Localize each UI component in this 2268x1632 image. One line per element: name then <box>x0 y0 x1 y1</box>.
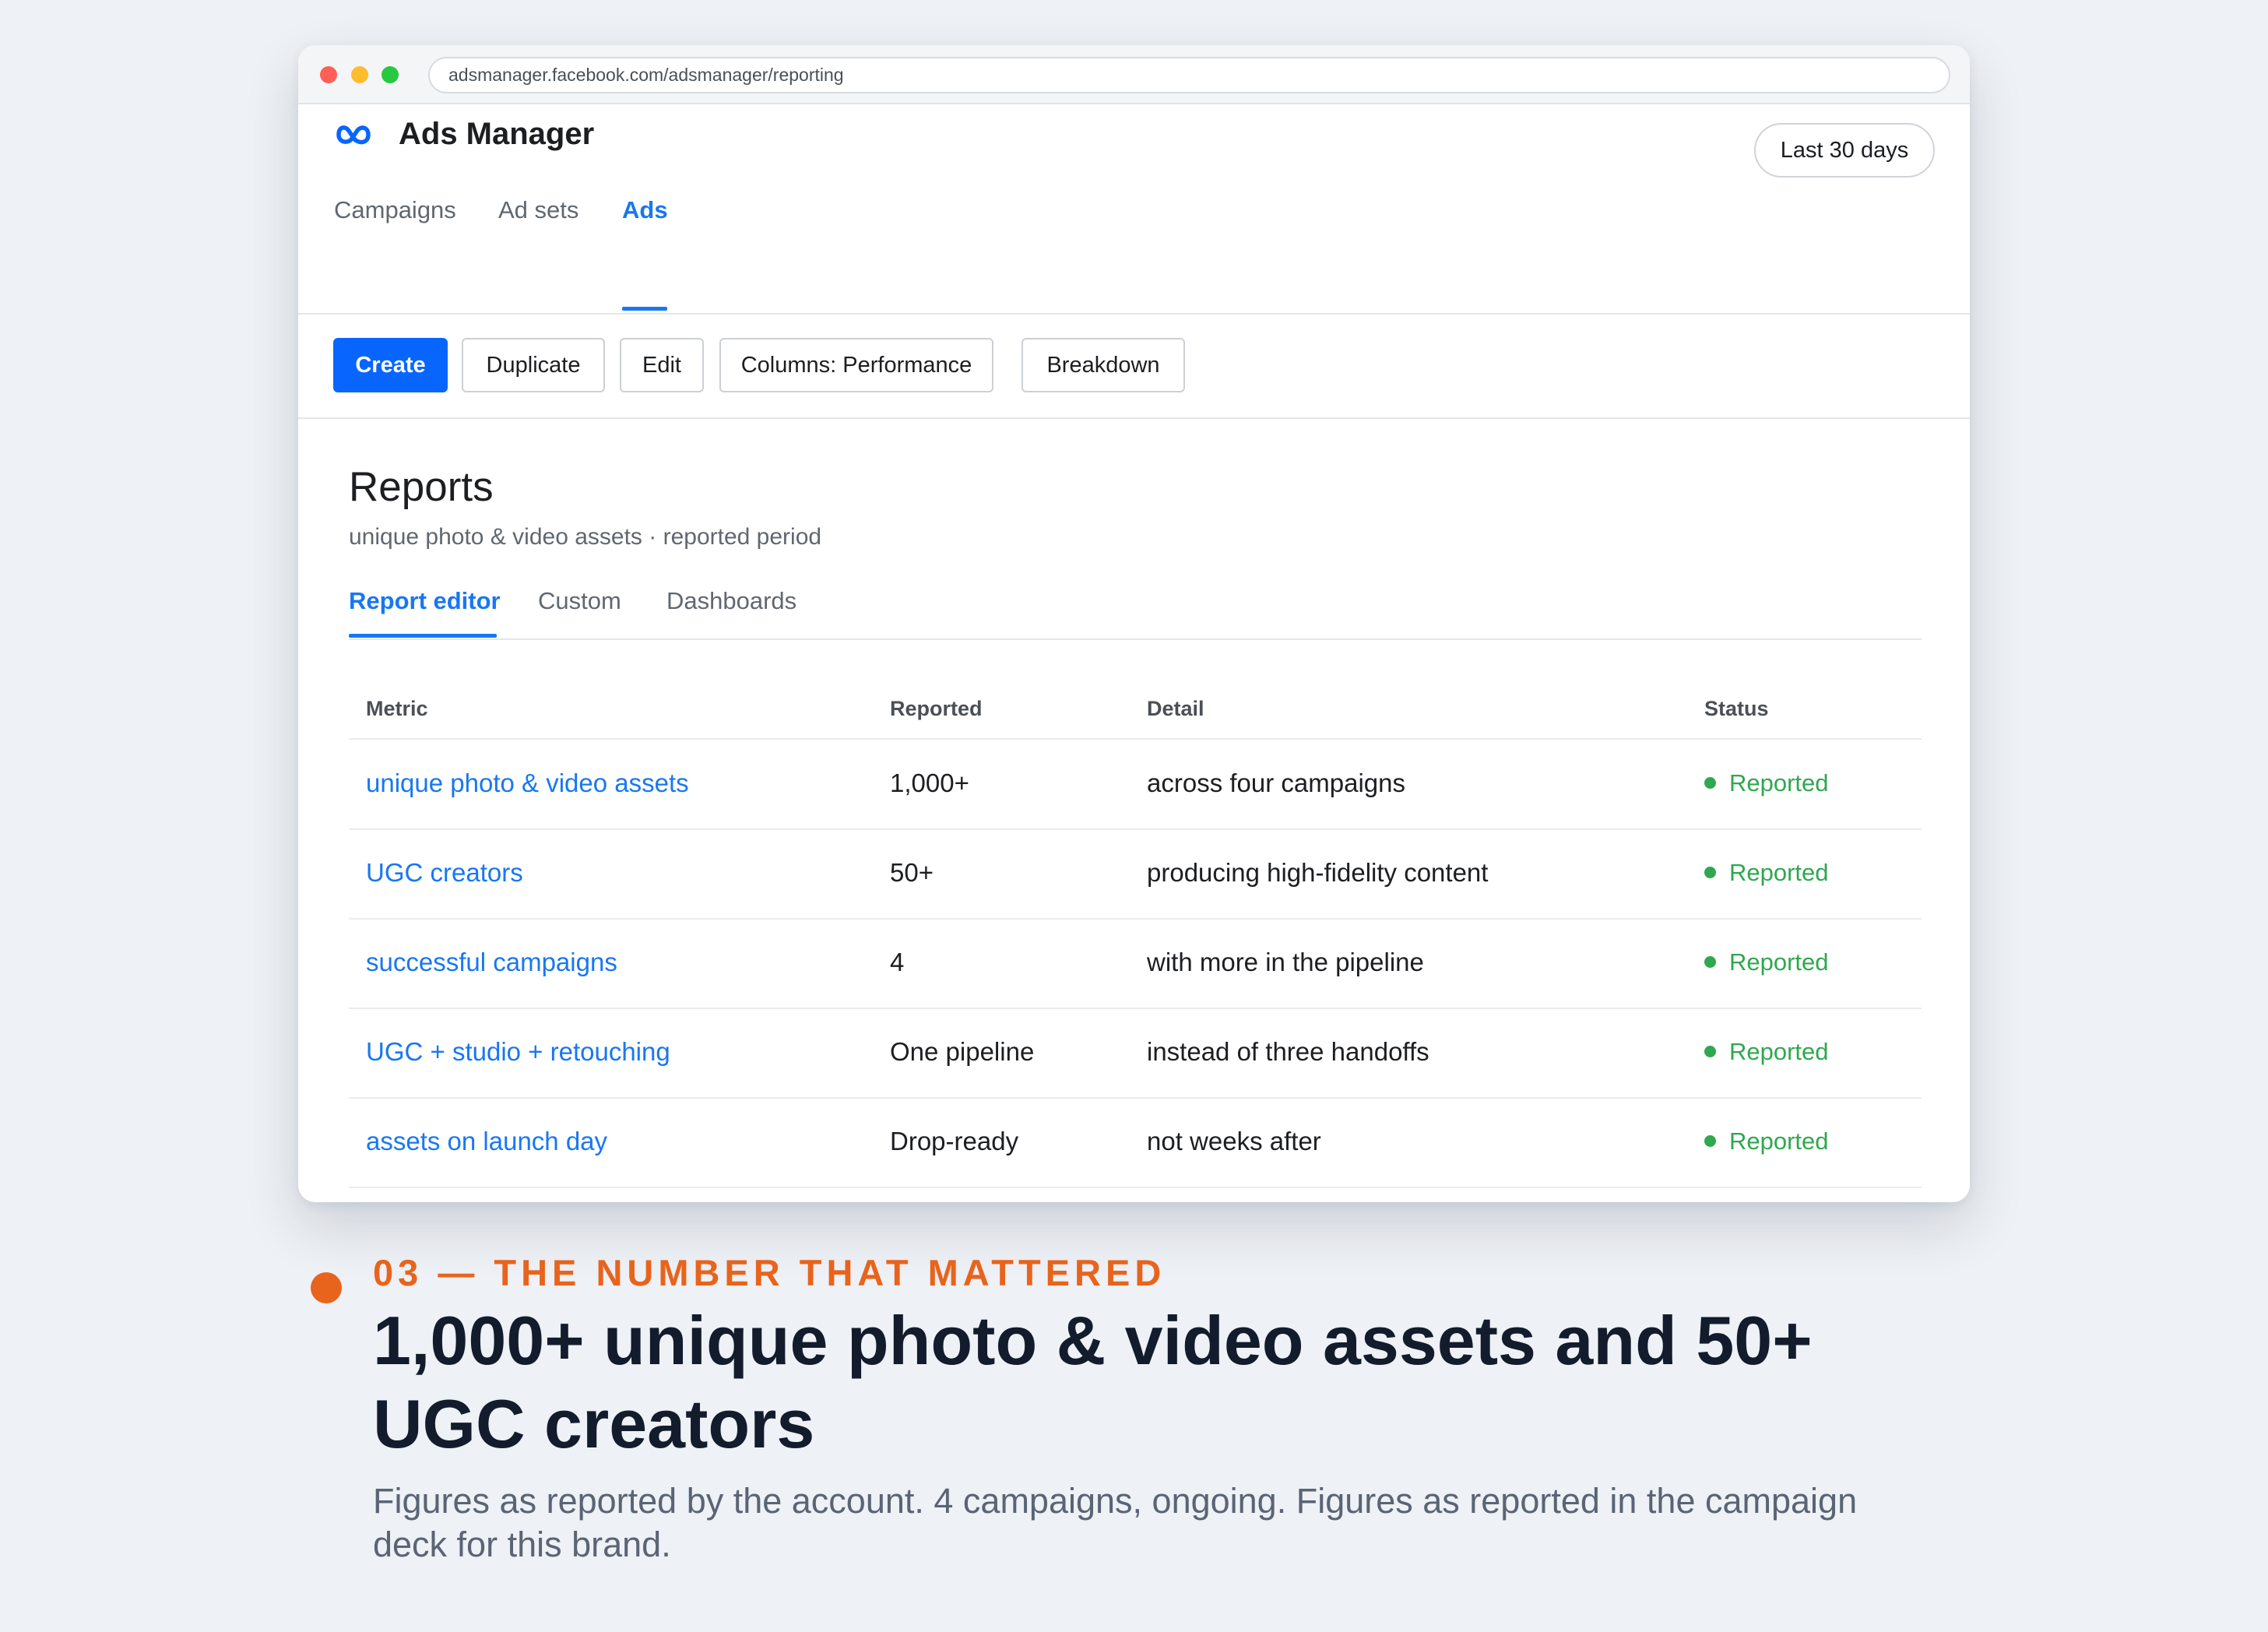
status-dot-icon <box>1704 777 1716 789</box>
bullet-dot-icon <box>311 1272 342 1303</box>
minimize-window-button[interactable] <box>351 66 368 83</box>
maximize-window-button[interactable] <box>382 66 399 83</box>
reported-value: 4 <box>890 948 905 976</box>
metric-link[interactable]: UGC + studio + retouching <box>366 1035 670 1069</box>
columns-button[interactable]: Columns: Performance <box>719 338 993 392</box>
table-row-divider <box>349 918 1922 920</box>
date-range-picker[interactable]: Last 30 days <box>1754 123 1935 178</box>
create-button[interactable]: Create <box>333 338 448 392</box>
close-window-button[interactable] <box>320 66 337 83</box>
status-badge: Reported <box>1704 766 1829 800</box>
tab-campaigns[interactable]: Campaigns <box>334 193 456 227</box>
tab-ad-sets[interactable]: Ad sets <box>498 193 578 227</box>
status-badge: Reported <box>1704 945 1829 980</box>
page-title: Reports <box>349 464 494 510</box>
status-label: Reported <box>1729 859 1829 886</box>
active-tab-indicator <box>622 307 667 311</box>
tab-custom[interactable]: Custom <box>538 584 621 618</box>
status-dot-icon <box>1704 1046 1716 1057</box>
column-header-reported[interactable]: Reported <box>890 695 983 723</box>
page-subtitle: unique photo & video assets · reported p… <box>349 524 822 550</box>
duplicate-button[interactable]: Duplicate <box>462 338 605 392</box>
app-title: Ads Manager <box>399 117 595 151</box>
status-label: Reported <box>1729 948 1829 976</box>
tab-ads[interactable]: Ads <box>622 193 668 227</box>
column-header-status[interactable]: Status <box>1704 695 1769 723</box>
detail-text: across four campaigns <box>1147 769 1405 797</box>
reported-value: 1,000+ <box>890 769 969 797</box>
status-label: Reported <box>1729 769 1829 797</box>
metric-link[interactable]: assets on launch day <box>366 1124 607 1159</box>
edit-button[interactable]: Edit <box>620 338 704 392</box>
reported-value: One pipeline <box>890 1037 1035 1066</box>
status-badge: Reported <box>1704 1035 1829 1069</box>
table-row-divider <box>349 1097 1922 1099</box>
callout-headline: 1,000+ unique photo & video assets and 5… <box>373 1302 1813 1462</box>
status-badge: Reported <box>1704 1124 1829 1159</box>
detail-text: with more in the pipeline <box>1147 948 1424 976</box>
status-dot-icon <box>1704 1135 1716 1147</box>
detail-text: instead of three handoffs <box>1147 1037 1429 1066</box>
column-header-detail[interactable]: Detail <box>1147 695 1204 723</box>
status-badge: Reported <box>1704 856 1829 890</box>
address-bar[interactable]: adsmanager.facebook.com/adsmanager/repor… <box>428 57 1950 93</box>
metric-link[interactable]: unique photo & video assets <box>366 766 689 800</box>
status-dot-icon <box>1704 867 1716 878</box>
table-row-divider <box>349 828 1922 830</box>
reported-value: 50+ <box>890 858 934 887</box>
table-row-divider <box>349 1008 1922 1009</box>
status-label: Reported <box>1729 1038 1829 1065</box>
column-header-metric[interactable]: Metric <box>366 695 428 723</box>
detail-text: not weeks after <box>1147 1127 1321 1155</box>
browser-chrome: adsmanager.facebook.com/adsmanager/repor… <box>298 45 1970 104</box>
metric-link[interactable]: successful campaigns <box>366 945 617 980</box>
reported-value: Drop-ready <box>890 1127 1019 1155</box>
meta-logo-icon <box>336 125 371 145</box>
section-eyebrow: 03 — THE NUMBER THAT MATTERED <box>373 1252 1166 1293</box>
status-dot-icon <box>1704 956 1716 968</box>
browser-window: adsmanager.facebook.com/adsmanager/repor… <box>298 45 1970 1202</box>
breakdown-button[interactable]: Breakdown <box>1021 338 1185 392</box>
callout-caption: Figures as reported by the account. 4 ca… <box>373 1481 1858 1564</box>
detail-text: producing high-fidelity content <box>1147 858 1489 887</box>
table-row-divider <box>349 1187 1922 1188</box>
tab-report-editor[interactable]: Report editor <box>349 584 501 618</box>
divider <box>349 638 1922 640</box>
active-subtab-indicator <box>349 634 497 638</box>
table-header-divider <box>349 738 1922 740</box>
status-label: Reported <box>1729 1127 1829 1155</box>
tab-dashboards[interactable]: Dashboards <box>666 584 796 618</box>
metric-link[interactable]: UGC creators <box>366 856 523 890</box>
